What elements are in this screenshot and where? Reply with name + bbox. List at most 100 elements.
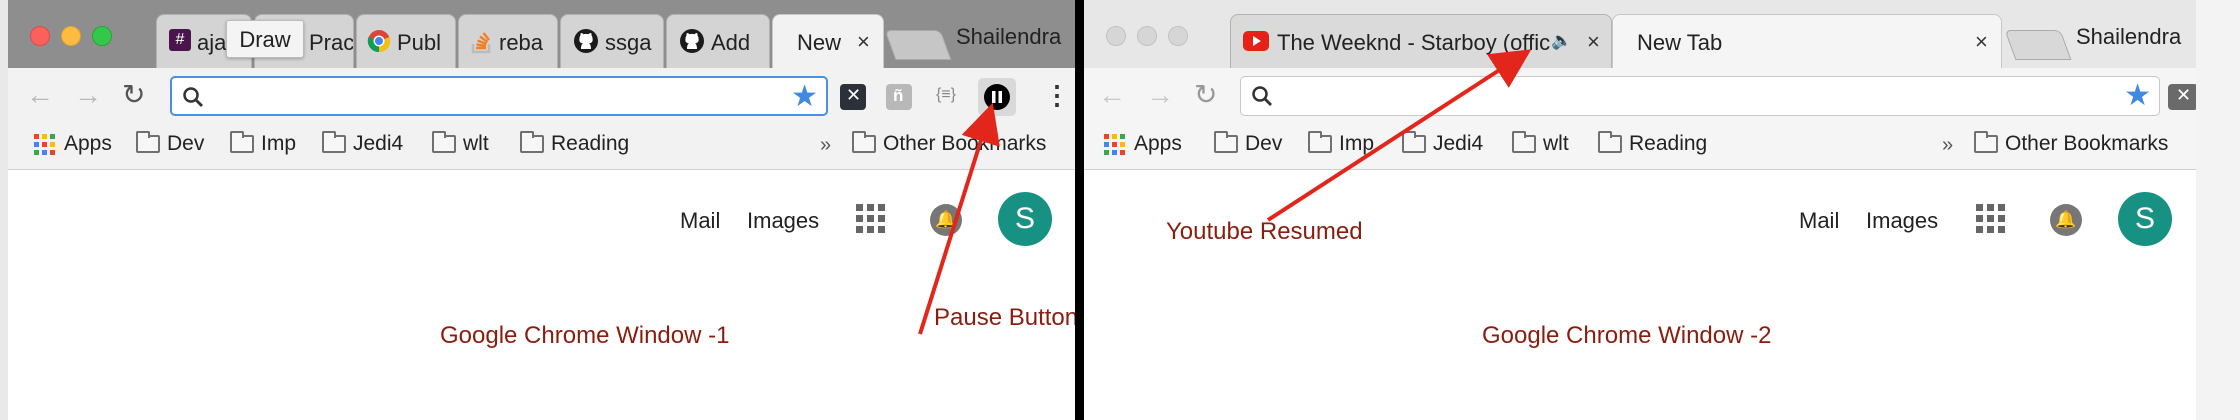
omnibox-input[interactable]: ★ (170, 76, 828, 116)
traffic-lights (1106, 26, 1199, 51)
folder-icon (1214, 131, 1238, 153)
folder-icon (1598, 131, 1622, 153)
google-apps-icon[interactable] (1976, 204, 2005, 233)
bookmarks-overflow-chevron-icon[interactable]: » (820, 134, 831, 157)
slack-hash-icon: # (169, 29, 191, 51)
tab-label: The Weeknd - Starboy (offic (1277, 30, 1551, 55)
minimize-window-button[interactable] (1137, 26, 1157, 46)
google-new-tab-page: Mail Images 🔔 S Google Chrome Window -1 … (8, 170, 1075, 420)
toolbar: ← → ↻ ★ ✕ (1084, 68, 2196, 126)
bookmark-star-icon[interactable]: ★ (791, 79, 818, 114)
close-window-button[interactable] (1106, 26, 1126, 46)
back-arrow-icon[interactable]: ← (26, 80, 54, 110)
bookmark-apps[interactable]: Apps (1104, 132, 1182, 156)
profile-name[interactable]: Shailendra (2076, 24, 2181, 50)
bookmark-folder-wlt[interactable]: wlt (1512, 131, 1569, 156)
chrome-window-2: The Weeknd - Starboy (offic 🔈 × New Tab … (1084, 0, 2196, 420)
google-new-tab-page: Mail Images 🔔 S Youtube Resumed Google C… (1084, 170, 2196, 420)
window-2-annotation: Google Chrome Window -2 (1482, 322, 1772, 349)
zoom-window-button[interactable] (1168, 26, 1188, 46)
bookmark-folder-dev[interactable]: Dev (1214, 131, 1283, 156)
bookmark-other-bookmarks[interactable]: Other Bookmarks (852, 131, 1046, 156)
bookmark-folder-imp[interactable]: Imp (230, 131, 297, 156)
mail-link[interactable]: Mail (1799, 208, 1839, 234)
new-tab-button[interactable] (884, 30, 952, 60)
close-tab-icon[interactable]: × (857, 29, 870, 55)
tab-label: Add (711, 30, 751, 55)
bookmark-star-icon[interactable]: ★ (2124, 78, 2151, 113)
mail-link[interactable]: Mail (680, 208, 720, 234)
folder-icon (136, 131, 160, 153)
tab-reba[interactable]: reba (458, 14, 558, 68)
forward-arrow-icon[interactable]: → (74, 80, 102, 110)
extension-hat-icon[interactable]: ñ (886, 84, 912, 110)
tab-label: reba (499, 30, 544, 55)
tab-strip: The Weeknd - Starboy (offic 🔈 × New Tab … (1084, 0, 2196, 68)
github-icon (574, 29, 598, 53)
bookmark-label: wlt (1543, 132, 1569, 155)
json-viewer-extension-icon[interactable]: {≡} (936, 86, 956, 104)
images-link[interactable]: Images (747, 208, 819, 234)
bookmark-label: Dev (1245, 132, 1283, 155)
tab-label: New Tab (1637, 30, 1723, 55)
reload-icon[interactable]: ↻ (122, 80, 145, 110)
zoom-window-button[interactable] (92, 26, 112, 46)
folder-icon (1974, 131, 1998, 153)
bookmark-label: Reading (1629, 132, 1708, 155)
close-tab-icon[interactable]: × (1587, 29, 1600, 55)
extension-x-icon[interactable]: ✕ (840, 84, 866, 110)
reload-icon[interactable]: ↻ (1194, 80, 1217, 110)
bookmark-other-bookmarks[interactable]: Other Bookmarks (1974, 131, 2168, 156)
new-tab-button[interactable] (2004, 30, 2072, 60)
tab-publ[interactable]: Publ (356, 14, 456, 68)
tab-new-tab-active[interactable]: New Tab × (1612, 14, 2002, 68)
bookmark-label: Dev (167, 132, 205, 155)
chrome-menu-icon[interactable]: ⋮ (1044, 80, 1070, 110)
search-icon (1252, 86, 1272, 106)
minimize-window-button[interactable] (61, 26, 81, 46)
chrome-icon (367, 30, 391, 53)
close-window-button[interactable] (30, 26, 50, 46)
back-arrow-icon[interactable]: ← (1098, 80, 1126, 110)
close-tab-icon[interactable]: × (1975, 29, 1988, 55)
bookmark-apps[interactable]: Apps (34, 132, 112, 156)
images-link[interactable]: Images (1866, 208, 1938, 234)
bookmark-folder-wlt[interactable]: wlt (432, 131, 489, 156)
folder-icon (1402, 131, 1426, 153)
bookmarks-overflow-chevron-icon[interactable]: » (1942, 134, 1953, 157)
account-avatar[interactable]: S (2118, 192, 2172, 246)
bookmark-folder-reading[interactable]: Reading (1598, 131, 1708, 156)
bookmark-folder-imp[interactable]: Imp (1308, 131, 1375, 156)
pause-extension-button[interactable] (978, 78, 1016, 116)
bookmark-folder-jedi4[interactable]: Jedi4 (1402, 131, 1483, 156)
bookmark-folder-jedi4[interactable]: Jedi4 (322, 131, 403, 156)
bookmark-label: Imp (1339, 132, 1375, 155)
stackoverflow-icon (471, 32, 491, 54)
bookmark-label: Apps (1134, 132, 1182, 155)
bookmark-folder-reading[interactable]: Reading (520, 131, 629, 156)
tab-youtube[interactable]: The Weeknd - Starboy (offic 🔈 × (1230, 14, 1612, 68)
folder-icon (432, 131, 456, 153)
notifications-bell-icon[interactable]: 🔔 (2050, 204, 2082, 236)
traffic-lights (30, 26, 123, 51)
tab-label: New (797, 30, 842, 55)
account-avatar[interactable]: S (998, 192, 1052, 246)
forward-arrow-icon[interactable]: → (1146, 80, 1174, 110)
tab-add[interactable]: Add (666, 14, 770, 68)
window-divider (1075, 0, 1084, 420)
audio-playing-icon[interactable]: 🔈 (1551, 31, 1587, 55)
extension-x-icon[interactable]: ✕ (2168, 84, 2196, 110)
omnibox-input[interactable]: ★ (1240, 76, 2160, 116)
google-apps-icon[interactable] (856, 204, 885, 233)
tab-new-active[interactable]: New × (772, 14, 884, 68)
profile-name[interactable]: Shailendra (956, 24, 1061, 50)
tab-ssga[interactable]: ssga (560, 14, 664, 68)
chrome-window-1: # aja Prac Publ reba ssga Add New × Shai… (8, 0, 1075, 420)
bookmark-label: wlt (463, 132, 489, 155)
folder-icon (1512, 131, 1536, 153)
notifications-bell-icon[interactable]: 🔔 (930, 204, 962, 236)
toolbar: ← → ↻ ★ ✕ ñ {≡} ⋮ (8, 68, 1075, 126)
bookmark-label: Imp (261, 132, 297, 155)
bookmark-folder-dev[interactable]: Dev (136, 131, 205, 156)
left-edge (0, 0, 8, 420)
